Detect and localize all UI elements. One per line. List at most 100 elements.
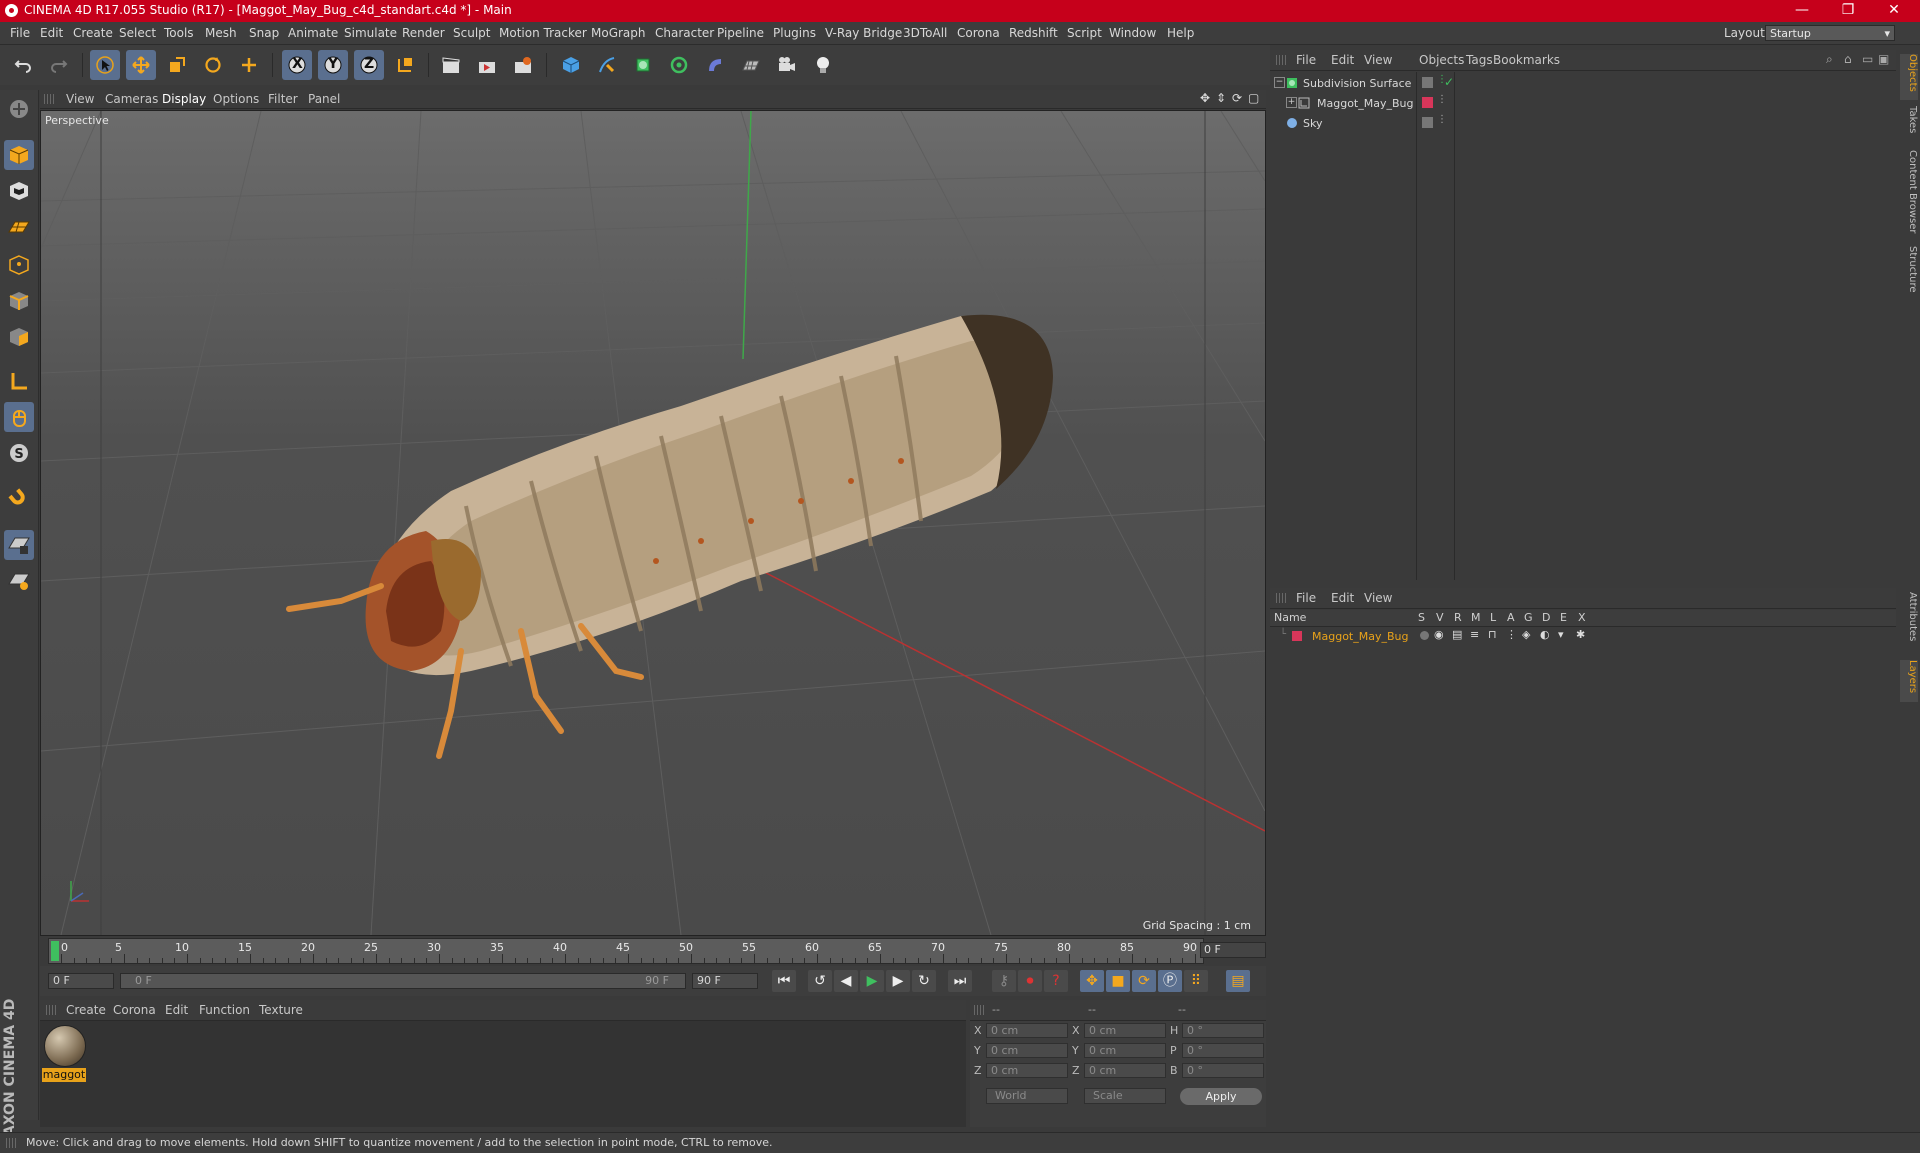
spline-pen-button[interactable] (592, 50, 622, 80)
layers-menu-file[interactable]: File (1296, 591, 1316, 605)
menu-animate[interactable]: Animate (288, 26, 338, 40)
playhead-marker[interactable] (51, 941, 59, 961)
deformer-button[interactable] (700, 50, 730, 80)
layer-col-animation[interactable]: A (1507, 611, 1515, 624)
material-menu-function[interactable]: Function (199, 1003, 250, 1017)
prev-key-button[interactable]: ↺ (808, 970, 832, 992)
object-row-maggot-may-bug[interactable]: + Maggot_May_Bug ⋮ (1270, 94, 1896, 113)
tab-objects[interactable]: Objects (1900, 54, 1918, 100)
texture-mode-button[interactable] (4, 176, 34, 206)
layer-col-manager[interactable]: M (1471, 611, 1481, 624)
render-view-button[interactable] (436, 50, 466, 80)
menu-file[interactable]: File (10, 26, 30, 40)
layer-color-icon[interactable] (1422, 97, 1433, 108)
magnet-button[interactable] (4, 484, 34, 514)
lock-workplane-button[interactable] (4, 530, 34, 560)
eye-icon[interactable]: ◉ (1434, 628, 1444, 641)
objects-menu-view[interactable]: View (1364, 53, 1392, 67)
start-frame-field[interactable]: 0 F (48, 973, 114, 989)
position-z-field[interactable]: 0 cm (986, 1063, 1068, 1078)
viewport-menu-cameras[interactable]: Cameras (105, 92, 158, 106)
model-mode-button[interactable] (4, 140, 34, 170)
menu-3dtoall[interactable]: 3DToAll (903, 26, 947, 40)
maggot-model[interactable] (286, 314, 1053, 759)
generator-icon[interactable]: ◈ (1522, 628, 1530, 641)
tweak-mode-button[interactable] (4, 402, 34, 432)
layer-tag-icon[interactable] (1422, 77, 1433, 88)
layer-col-xref[interactable]: X (1578, 611, 1586, 624)
live-selection-button[interactable] (90, 50, 120, 80)
key-scale-button[interactable]: ■ (1106, 970, 1130, 992)
layer-col-locked[interactable]: L (1490, 611, 1496, 624)
viewport-menu-options[interactable]: Options (213, 92, 259, 106)
menu-help[interactable]: Help (1167, 26, 1194, 40)
menu-character[interactable]: Character (655, 26, 714, 40)
deformer-icon[interactable]: ◐ (1540, 628, 1550, 641)
edges-mode-button[interactable] (4, 286, 34, 316)
render-clapboard-icon[interactable]: ▤ (1452, 628, 1462, 641)
subdivision-surface-button[interactable] (628, 50, 658, 80)
panel-options-icon[interactable]: ▣ (1878, 52, 1889, 66)
polygons-mode-button[interactable] (4, 322, 34, 352)
objects-menu-file[interactable]: File (1296, 53, 1316, 67)
panel-grip-icon[interactable] (44, 94, 54, 104)
menu-tools[interactable]: Tools (164, 26, 194, 40)
goto-start-button[interactable]: ⏮ (772, 970, 796, 992)
key-rotation-button[interactable]: ⟳ (1132, 970, 1156, 992)
visibility-dots-icon[interactable]: ⋮ (1437, 114, 1447, 125)
panel-grip-icon[interactable] (1276, 55, 1286, 65)
rotate-tool-button[interactable] (198, 50, 228, 80)
layers-menu-edit[interactable]: Edit (1331, 591, 1354, 605)
layout-select[interactable]: Startup (1765, 25, 1895, 42)
viewport-menu-view[interactable]: View (66, 92, 94, 106)
menu-select[interactable]: Select (119, 26, 156, 40)
material-menu-texture[interactable]: Texture (259, 1003, 303, 1017)
visibility-dots-icon[interactable]: ⋮ (1437, 94, 1447, 105)
viewport-nav-move-icon[interactable]: ✥ (1200, 91, 1210, 105)
record-keys-button[interactable]: ⏺ (1018, 970, 1042, 992)
move-tool-button[interactable] (126, 50, 156, 80)
menu-edit[interactable]: Edit (40, 26, 63, 40)
layer-row-maggot-may-bug[interactable]: └ Maggot_May_Bug ◉ ▤ ≡ ⊓ ⋮ ◈ ◐ ▾ ✱ (1270, 627, 1896, 646)
home-icon[interactable]: ⌂ (1844, 52, 1852, 66)
viewport-nav-zoom-icon[interactable]: ⇕ (1216, 91, 1226, 105)
expression-icon[interactable]: ▾ (1558, 628, 1564, 641)
tab-takes[interactable]: Takes (1900, 106, 1918, 146)
light-button[interactable] (808, 50, 838, 80)
material-menu-edit[interactable]: Edit (165, 1003, 188, 1017)
next-frame-button[interactable]: ▶ (886, 970, 910, 992)
animation-icon[interactable]: ⋮ (1506, 628, 1517, 641)
object-name[interactable]: Maggot_May_Bug (1317, 97, 1413, 110)
rotation-h-field[interactable]: 0 ° (1182, 1023, 1264, 1038)
layer-col-name[interactable]: Name (1274, 611, 1306, 624)
menu-script[interactable]: Script (1067, 26, 1102, 40)
viewport-camera-label[interactable]: Perspective (45, 114, 109, 127)
material-menu-corona[interactable]: Corona (113, 1003, 156, 1017)
recent-tools-button[interactable] (234, 50, 264, 80)
camera-button[interactable] (772, 50, 802, 80)
manager-icon[interactable]: ≡ (1470, 628, 1479, 641)
layer-col-render[interactable]: R (1454, 611, 1462, 624)
size-z-field[interactable]: 0 cm (1084, 1063, 1166, 1078)
viewport-nav-rotate-icon[interactable]: ⟳ (1232, 91, 1242, 105)
z-axis-lock-button[interactable]: Z (354, 50, 384, 80)
undo-button[interactable] (8, 50, 38, 80)
menu-plugins[interactable]: Plugins (773, 26, 816, 40)
size-y-field[interactable]: 0 cm (1084, 1043, 1166, 1058)
end-frame-field[interactable]: 90 F (692, 973, 758, 989)
size-mode-select[interactable]: Scale (1084, 1088, 1166, 1104)
collapse-toggle-icon[interactable]: − (1274, 77, 1285, 88)
current-frame-field[interactable]: 0 F (1200, 942, 1266, 958)
motion-record-button[interactable]: ⚷ (992, 970, 1016, 992)
search-icon[interactable]: ⌕ (1826, 52, 1833, 67)
perspective-viewport[interactable]: Perspective Grid Spacing : 1 cm (40, 110, 1266, 936)
menu-mograph[interactable]: MoGraph (591, 26, 646, 40)
timeline-ruler[interactable]: 0 5 10 15 20 25 30 35 40 45 50 55 60 65 … (48, 938, 1204, 964)
viewport-menu-filter[interactable]: Filter (268, 92, 298, 106)
minimize-button[interactable]: — (1780, 0, 1824, 22)
layer-col-view[interactable]: V (1436, 611, 1444, 624)
menu-motion-tracker[interactable]: Motion Tracker (499, 26, 587, 40)
menu-create[interactable]: Create (73, 26, 113, 40)
tab-attributes[interactable]: Attributes (1900, 592, 1918, 654)
x-axis-lock-button[interactable]: X (282, 50, 312, 80)
